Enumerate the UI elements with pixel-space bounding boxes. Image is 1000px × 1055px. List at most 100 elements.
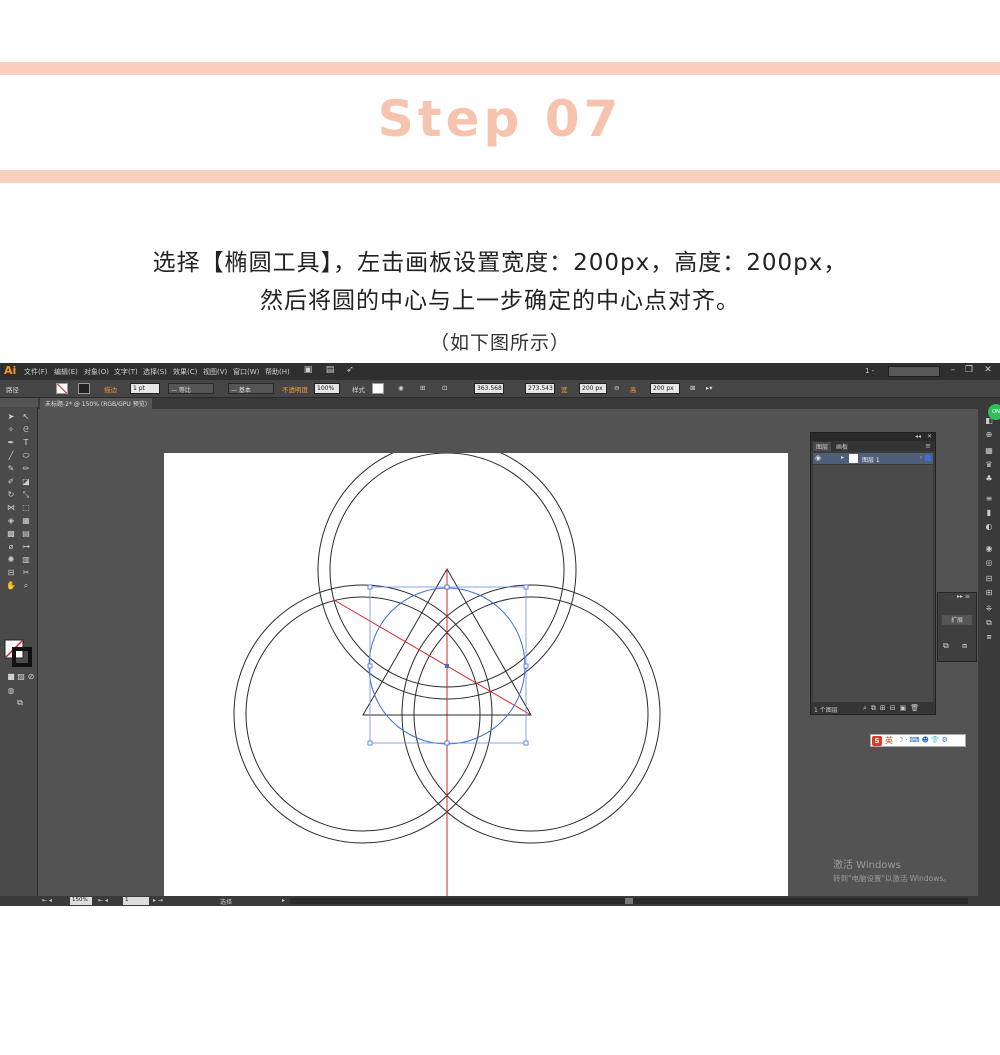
transparency-panel-icon[interactable]: ◐	[984, 522, 994, 532]
sogou-logo-icon[interactable]: S	[872, 736, 882, 746]
bridge-icon[interactable]: ▣	[302, 365, 314, 377]
panel-close-icon[interactable]: ✕	[927, 433, 932, 440]
search-input[interactable]	[888, 366, 940, 377]
stroke-panel-icon[interactable]: ≡	[984, 494, 994, 504]
direct-selection-tool-icon[interactable]: ↖	[20, 411, 32, 423]
stroke-swatch[interactable]	[78, 383, 90, 394]
eyedropper-tool-icon[interactable]: ⌀	[5, 541, 17, 553]
column-graph-tool-icon[interactable]: ▥	[20, 554, 32, 566]
restore-icon[interactable]: ❐	[963, 365, 975, 377]
recolor-icon[interactable]: ◉	[398, 384, 404, 392]
graphic-style-swatch[interactable]	[372, 383, 384, 394]
artboard-number-field[interactable]: 1	[123, 897, 149, 905]
document-tab[interactable]: 未标题-2* @ 150% (RGB/GPU 预览)	[40, 398, 153, 409]
hand-tool-icon[interactable]: ✋	[5, 580, 17, 592]
symbols-panel-icon[interactable]: ♣	[984, 474, 994, 484]
pathfinder-panel-icon[interactable]: ⊞	[984, 588, 994, 598]
menu-window[interactable]: 窗口(W)	[233, 367, 259, 377]
y-field[interactable]: 273.543	[525, 383, 555, 394]
panel-menu-icon[interactable]: ≡	[925, 442, 931, 450]
artboard-tool-icon[interactable]: ⊟	[5, 567, 17, 579]
align-icon[interactable]: ⊞	[420, 384, 425, 392]
artboards-panel-icon[interactable]: ⧉	[984, 618, 994, 628]
panel-menu-icon[interactable]: ▸▾	[706, 384, 713, 392]
blend-tool-icon[interactable]: ⊶	[20, 541, 32, 553]
transform-icon[interactable]: ⊠	[690, 384, 695, 392]
free-transform-tool-icon[interactable]: ⬚	[20, 502, 32, 514]
screen-mode-icon[interactable]: ⧉	[14, 697, 26, 709]
layer-row[interactable]: ◉ ▸ 图层 1 ◦	[813, 453, 933, 464]
selection-indicator[interactable]	[925, 455, 931, 461]
menu-view[interactable]: 视图(V)	[203, 367, 227, 377]
layers-panel-header[interactable]: ◂◂ ✕	[811, 433, 935, 441]
layer-name[interactable]: 图层 1	[862, 455, 880, 464]
fill-swatch[interactable]	[56, 383, 68, 394]
layer-panel-icon[interactable]: ⧈	[962, 641, 967, 651]
reference-point-icon[interactable]: ⊡	[442, 384, 447, 392]
ellipse-tool-icon[interactable]: ⬭	[20, 450, 32, 462]
x-field[interactable]: 363.568	[474, 383, 504, 394]
panel-collapse-icon[interactable]: ▸▸ ≡	[957, 593, 970, 600]
scale-tool-icon[interactable]: ⤡	[20, 489, 32, 501]
expand-arrow-icon[interactable]: ▸	[841, 454, 844, 461]
menu-object[interactable]: 对象(O)	[84, 367, 109, 377]
brush-definition[interactable]: — 基本	[228, 383, 274, 394]
artwork[interactable]	[164, 453, 788, 899]
selection-tool-icon[interactable]: ➤	[5, 411, 17, 423]
symbol-sprayer-tool-icon[interactable]: ✺	[5, 554, 17, 566]
notification-badge[interactable]: ON	[988, 404, 1000, 420]
minimize-icon[interactable]: –	[947, 365, 959, 377]
zoom-field[interactable]: 150%	[70, 897, 92, 905]
rotate-tool-icon[interactable]: ↻	[5, 489, 17, 501]
line-tool-icon[interactable]: ╱	[5, 450, 17, 462]
stroke-label[interactable]: 描边	[104, 384, 117, 394]
perspective-grid-tool-icon[interactable]: ▦	[20, 515, 32, 527]
tab-layers[interactable]: 图层	[813, 442, 832, 451]
none-mode-icon[interactable]: ⊘	[25, 671, 37, 683]
width-tool-icon[interactable]: ⋈	[5, 502, 17, 514]
zoom-tool-icon[interactable]: ⌕	[20, 580, 32, 592]
menu-file[interactable]: 文件(F)	[24, 367, 48, 377]
fill-stroke-widget[interactable]	[4, 639, 32, 667]
tab-artboards[interactable]: 画板	[833, 442, 851, 451]
layer-actions-icons[interactable]: ⌕⧉⊞⊟▣🗑	[863, 704, 923, 713]
artboard-next-icon[interactable]: ▸ ⇥	[153, 897, 163, 904]
artboard-prev-icon[interactable]: ⇤ ◂	[98, 897, 108, 904]
menu-help[interactable]: 帮助(H)	[265, 367, 290, 377]
artboard-panel-icon[interactable]: ⧉	[943, 641, 949, 651]
artboard-nav-first-icon[interactable]: ⇤ ◂	[42, 897, 52, 904]
brushes-panel-icon[interactable]: ♛	[984, 460, 994, 470]
paintbrush-tool-icon[interactable]: ✎	[5, 463, 17, 475]
menu-effect[interactable]: 效果(C)	[173, 367, 197, 377]
pen-tool-icon[interactable]: ✒	[5, 437, 17, 449]
ime-tools-icons[interactable]: ☽·⌨☻👕⚙	[897, 736, 950, 744]
eraser-tool-icon[interactable]: ◪	[20, 476, 32, 488]
magic-wand-tool-icon[interactable]: ✧	[5, 424, 17, 436]
opacity-field[interactable]: 100%	[314, 383, 340, 394]
color-guide-icon[interactable]: ⊕	[984, 430, 994, 440]
menu-select[interactable]: 选择(S)	[143, 367, 167, 377]
arrange-documents-icon[interactable]: ▤	[324, 365, 336, 377]
mesh-tool-icon[interactable]: ▩	[5, 528, 17, 540]
scrollbar-thumb[interactable]	[625, 898, 633, 904]
lasso-tool-icon[interactable]: ᘓ	[20, 424, 32, 436]
appearance-panel-icon[interactable]: ◉	[984, 544, 994, 554]
menu-type[interactable]: 文字(T)	[114, 367, 138, 377]
constrain-proportions-icon[interactable]: ⊖	[614, 384, 619, 392]
target-icon[interactable]: ◦	[919, 454, 923, 462]
width-field[interactable]: 200 px	[579, 383, 607, 394]
close-icon[interactable]: ✕	[982, 365, 994, 377]
transform-panel-icon[interactable]: ⁜	[984, 604, 994, 614]
height-field[interactable]: 200 px	[650, 383, 680, 394]
ime-language[interactable]: 英	[885, 735, 893, 746]
panel-collapse-icon[interactable]: ◂◂	[915, 433, 921, 440]
graphic-styles-panel-icon[interactable]: ◎	[984, 558, 994, 568]
gpu-rocket-icon[interactable]: ➶	[344, 365, 356, 377]
blob-brush-tool-icon[interactable]: ✐	[5, 476, 17, 488]
status-menu-icon[interactable]: ▸	[282, 897, 285, 904]
type-tool-icon[interactable]: T	[20, 437, 32, 449]
shape-builder-tool-icon[interactable]: ◈	[5, 515, 17, 527]
draw-mode-icon[interactable]: ◍	[5, 685, 17, 697]
expand-button[interactable]: 扩展	[942, 615, 972, 625]
ime-toolbar[interactable]: S 英 ☽·⌨☻👕⚙	[870, 734, 966, 747]
